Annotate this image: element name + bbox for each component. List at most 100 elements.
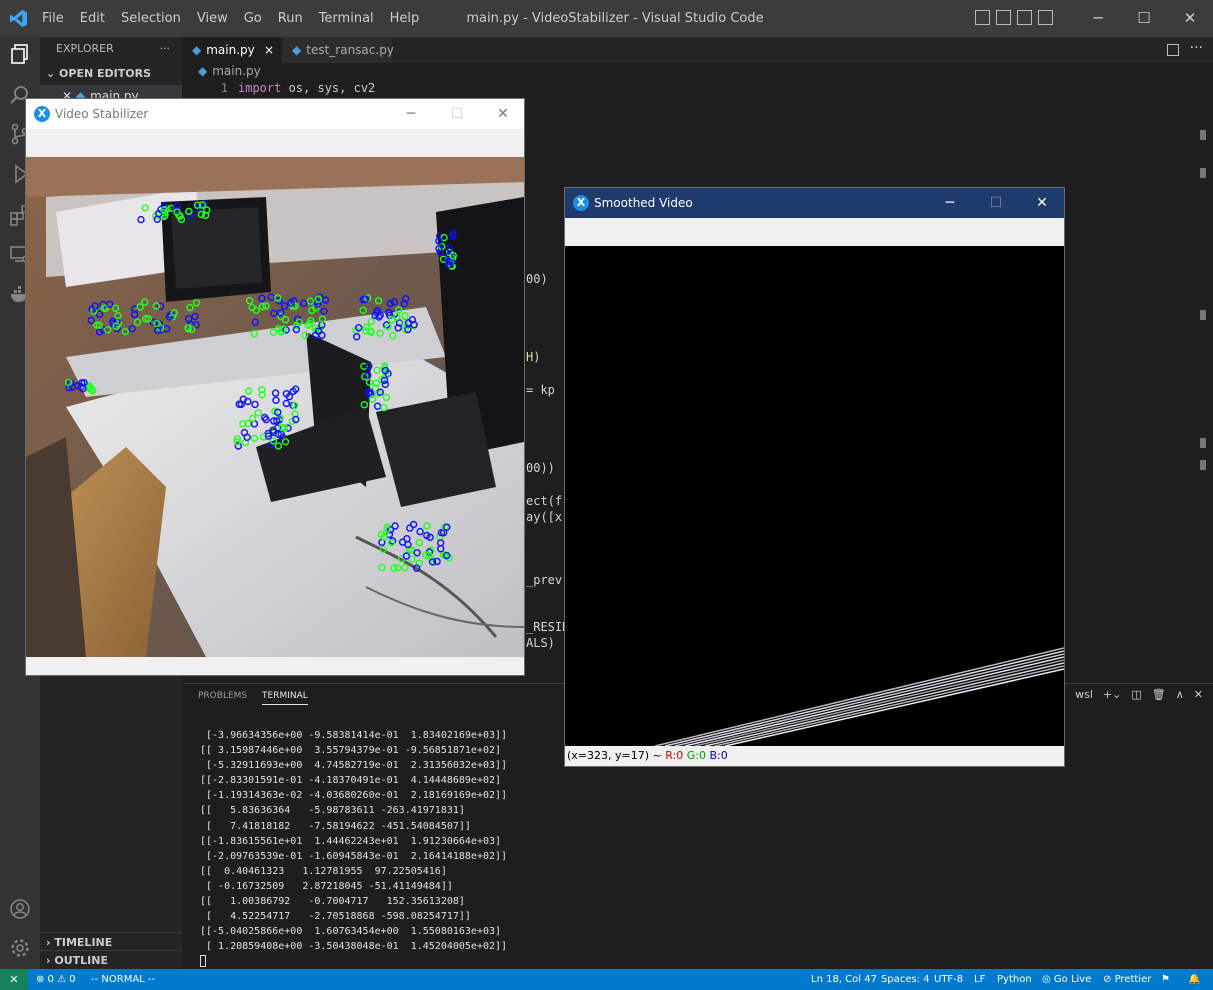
open-editors-section[interactable]: ⌄ OPEN EDITORS bbox=[40, 63, 182, 85]
terminal-line: [[ 1.00386792 -0.7004717 152.35613208] bbox=[200, 896, 465, 908]
more-actions-icon[interactable]: ··· bbox=[160, 37, 171, 61]
toggle-sidebar-icon[interactable] bbox=[975, 10, 990, 25]
terminal-line: [-3.96634356e+00 -9.58381414e-01 1.83402… bbox=[200, 730, 508, 741]
terminal-line: [ 4.52254717 -2.70518868 -598.08254717]] bbox=[200, 911, 471, 923]
code-text: os, sys, cv2 bbox=[281, 81, 376, 95]
menu-bar: File Edit Selection View Go Run Terminal… bbox=[34, 0, 427, 37]
code-fragment: 00)) bbox=[526, 461, 555, 475]
green-value: G:0 bbox=[686, 749, 706, 762]
problems-count[interactable]: ⊗ 0 ⚠ 0 bbox=[36, 969, 76, 990]
code-fragment: _prev, bbox=[526, 573, 570, 587]
menu-run[interactable]: Run bbox=[270, 0, 311, 37]
minimize-icon[interactable]: ─ bbox=[927, 188, 973, 218]
line-number: 1 bbox=[220, 81, 228, 95]
close-icon[interactable]: ✕ bbox=[1019, 188, 1065, 218]
pixel-info-bar: (x=323, y=17) ~ R:0 G:0 B:0 bbox=[567, 749, 728, 762]
menu-go[interactable]: Go bbox=[236, 0, 270, 37]
accounts-icon[interactable] bbox=[9, 898, 31, 920]
tab-test-ransac[interactable]: ◆ test_ransac.py bbox=[282, 37, 394, 63]
indentation[interactable]: Spaces: 4 bbox=[881, 969, 930, 990]
explorer-title: EXPLORER bbox=[56, 42, 114, 55]
menu-selection[interactable]: Selection bbox=[113, 0, 189, 37]
tab-problems[interactable]: PROBLEMS bbox=[198, 691, 247, 701]
video-frame-image bbox=[26, 157, 524, 657]
python-file-icon: ◆ bbox=[192, 43, 202, 57]
terminal-line: [[-2.83301591e-01 -4.18370491e-01 4.1444… bbox=[200, 775, 502, 787]
terminal-output[interactable]: [-3.96634356e+00 -9.58381414e-01 1.83402… bbox=[200, 728, 507, 970]
smoothed-video-window: X Smoothed Video ─ ☐ ✕ (x=323, y=17) ~ R… bbox=[564, 187, 1065, 767]
minimize-icon[interactable]: ─ bbox=[388, 99, 434, 129]
terminal-line: [[ 0.40461323 1.12781955 97.22505416] bbox=[200, 865, 447, 877]
tab-terminal[interactable]: TERMINAL bbox=[262, 691, 308, 705]
code-line[interactable]: 1 import os, sys, cv2 bbox=[198, 81, 376, 95]
new-terminal-icon[interactable]: +⌄ bbox=[1103, 688, 1121, 701]
cursor-position[interactable]: Ln 18, Col 47 bbox=[811, 969, 877, 990]
app-logo-icon: X bbox=[34, 106, 50, 122]
feedback-icon[interactable]: ⚑ bbox=[1161, 969, 1170, 990]
terminal-line: [-5.32911693e+00 4.74582719e-01 2.313560… bbox=[200, 760, 508, 772]
panel-toolbar: wsl +⌄ ◫ 🗑 ∧ ✕ bbox=[1075, 688, 1203, 701]
menu-terminal[interactable]: Terminal bbox=[311, 0, 382, 37]
notifications-bell-icon[interactable]: 🔔 bbox=[1188, 969, 1200, 990]
smoothed-video-titlebar[interactable]: X Smoothed Video ─ ☐ ✕ bbox=[565, 188, 1064, 218]
tab-main-py[interactable]: ◆ main.py × bbox=[182, 37, 282, 63]
close-icon[interactable]: ✕ bbox=[1167, 0, 1213, 37]
app-logo-icon: X bbox=[573, 195, 589, 211]
maximize-icon[interactable]: ☐ bbox=[973, 188, 1019, 218]
smoothed-video-frame bbox=[565, 246, 1064, 746]
toggle-secondary-sidebar-icon[interactable] bbox=[1017, 10, 1032, 25]
toggle-panel-icon[interactable] bbox=[996, 10, 1011, 25]
go-live-button[interactable]: ◎ Go Live bbox=[1042, 969, 1091, 990]
prettier-button[interactable]: ⊘ Prettier bbox=[1103, 969, 1151, 990]
python-file-icon: ◆ bbox=[292, 43, 302, 57]
close-panel-icon[interactable]: ✕ bbox=[1194, 688, 1203, 701]
breadcrumb[interactable]: ◆ main.py bbox=[198, 64, 261, 78]
menu-edit[interactable]: Edit bbox=[72, 0, 113, 37]
maximize-icon[interactable]: ☐ bbox=[1121, 0, 1167, 37]
terminal-line: [-2.09763539e-01 -1.60945843e-01 2.16414… bbox=[200, 850, 508, 862]
terminal-line: [[ 3.15987446e+00 3.55794379e-01 -9.5685… bbox=[200, 745, 502, 757]
window-title: main.py - VideoStabilizer - Visual Studi… bbox=[466, 11, 764, 26]
check-circle-icon: ⊘ bbox=[1103, 974, 1115, 985]
language-mode[interactable]: Python bbox=[997, 969, 1032, 990]
vim-mode: -- NORMAL -- bbox=[91, 974, 156, 985]
terminal-line: [ -0.16732509 2.87218045 -51.41149484]] bbox=[200, 880, 453, 892]
encoding[interactable]: UTF-8 bbox=[934, 969, 963, 990]
code-fragment: 00) bbox=[526, 272, 548, 286]
terminal-line: [-1.19314363e-02 -4.03680260e-01 2.18169… bbox=[200, 790, 508, 802]
close-icon[interactable]: ✕ bbox=[480, 99, 526, 129]
chevron-down-icon: ⌄ bbox=[46, 67, 60, 80]
window-controls: ─ ☐ ✕ bbox=[1075, 0, 1213, 37]
outline-section[interactable]: › OUTLINE bbox=[40, 950, 182, 970]
breadcrumb-file: main.py bbox=[212, 64, 261, 78]
menu-view[interactable]: View bbox=[189, 0, 236, 37]
timeline-label: TIMELINE bbox=[54, 936, 113, 949]
terminal-line: [ 7.41818182 -7.58194622 -451.54084507]] bbox=[200, 820, 471, 832]
maximize-panel-icon[interactable]: ∧ bbox=[1176, 688, 1184, 701]
terminal-line: [[-1.83615561e+01 1.44462243e+01 1.91230… bbox=[200, 835, 502, 847]
end-of-line[interactable]: LF bbox=[974, 969, 985, 990]
trash-icon[interactable]: 🗑 bbox=[1152, 688, 1166, 701]
minimize-icon[interactable]: ─ bbox=[1075, 0, 1121, 37]
tab-close-icon[interactable]: × bbox=[264, 37, 274, 63]
stabilizer-video-frame bbox=[26, 157, 524, 657]
terminal-line: [ 1.20859408e+00 -3.50438048e-01 1.45204… bbox=[200, 941, 508, 953]
split-terminal-icon[interactable]: ◫ bbox=[1131, 688, 1141, 701]
video-stabilizer-titlebar[interactable]: X Video Stabilizer ─ ☐ ✕ bbox=[26, 99, 524, 129]
explorer-icon[interactable] bbox=[9, 43, 31, 65]
code-keyword: import bbox=[238, 81, 282, 95]
maximize-icon[interactable]: ☐ bbox=[434, 99, 480, 129]
more-actions-icon[interactable]: ··· bbox=[1190, 40, 1203, 56]
menu-file[interactable]: File bbox=[34, 0, 72, 37]
customize-layout-icon[interactable] bbox=[1038, 10, 1053, 25]
video-stabilizer-window: X Video Stabilizer ─ ☐ ✕ bbox=[25, 98, 525, 676]
split-editor-icon[interactable] bbox=[1167, 44, 1179, 56]
video-stabilizer-title: Video Stabilizer bbox=[55, 107, 149, 121]
timeline-section[interactable]: › TIMELINE bbox=[40, 932, 182, 952]
code-fragment: = kp bbox=[526, 383, 555, 397]
settings-gear-icon[interactable] bbox=[9, 937, 31, 959]
remote-indicator[interactable]: ✕ bbox=[0, 969, 28, 990]
tab-label: main.py bbox=[206, 43, 255, 57]
terminal-shell-label[interactable]: wsl bbox=[1075, 688, 1093, 701]
menu-help[interactable]: Help bbox=[382, 0, 428, 37]
